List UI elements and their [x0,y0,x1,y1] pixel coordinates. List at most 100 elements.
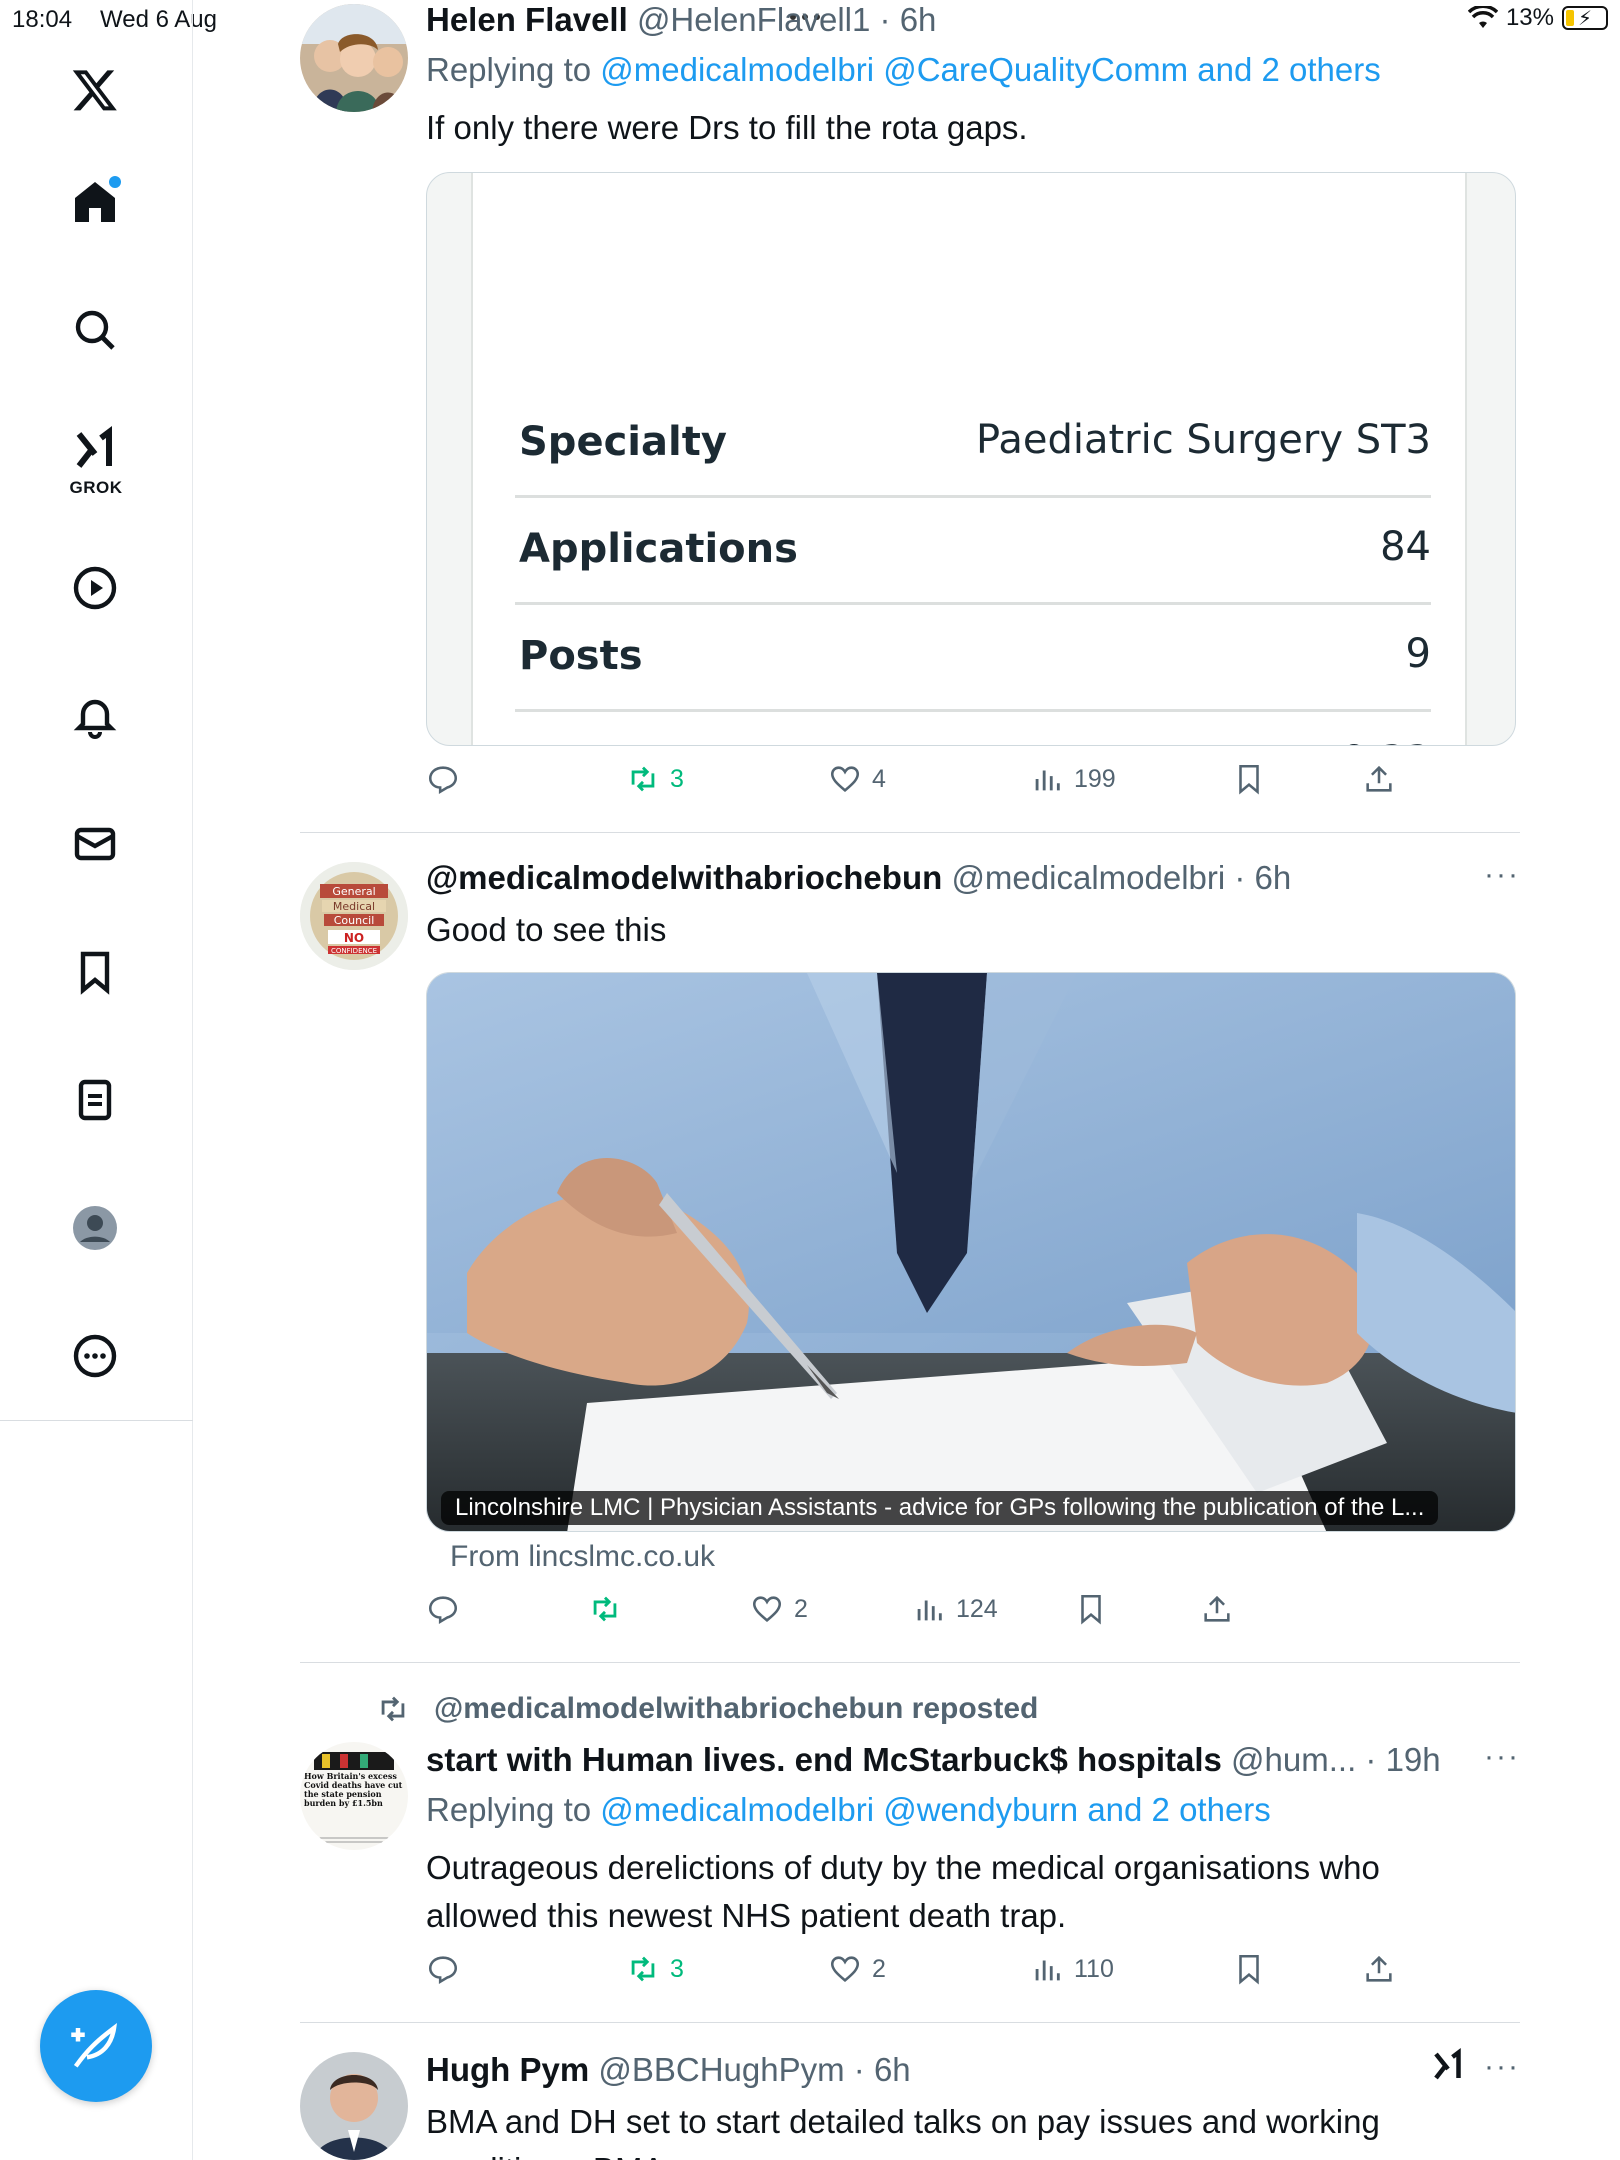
avatar[interactable] [300,4,408,112]
table-image-inner: Specialty Paediatric Surgery ST3 Applica… [471,173,1467,745]
search-icon[interactable] [65,300,125,360]
compose-post-button[interactable] [40,1990,152,2102]
tweet-actions: 3 4 199 [426,762,1406,806]
link-card-image[interactable]: Lincolnshire LMC | Physician Assistants … [426,972,1516,1532]
avatar[interactable]: How Britain's excess Covid deaths have c… [300,1742,408,1850]
sidebar: GROK [0,0,193,2160]
repost-context[interactable]: @medicalmodelwithabriochebun reposted [376,1692,1038,1726]
tweet-text: Good to see this [426,911,667,948]
table-value: Paediatric Surgery ST3 [976,417,1431,463]
repost-button[interactable] [588,1592,622,1626]
lists-icon[interactable] [65,1070,125,1130]
avatar-text: CONFIDENCE [331,947,377,955]
like-button[interactable]: 4 [828,762,886,796]
like-button[interactable]: 2 [828,1952,886,1986]
share-button[interactable] [1362,1952,1396,1986]
battery-icon: ⚡ [1562,6,1608,30]
card-caption: Lincolnshire LMC | Physician Assistants … [441,1491,1439,1525]
repost-count: 3 [670,1954,684,1983]
more-options-icon[interactable]: ··· [1484,1740,1520,1774]
avatar-text: NO [344,931,364,945]
table-row: Posts 9 [515,605,1431,712]
views-icon [1035,1960,1060,1981]
reply-button[interactable] [426,762,460,796]
tweet-actions: 3 2 110 [426,1952,1406,1996]
profile-avatar-icon[interactable] [65,1198,125,1258]
bookmark-button[interactable] [1232,762,1266,796]
table-key: Competition ratio [519,740,916,745]
like-count: 4 [872,764,886,793]
author-name[interactable]: start with Human lives. end McStarbuck$ … [426,1741,1222,1778]
avatar-headline: How Britain's excess Covid deaths have c… [304,1772,403,1808]
notification-dot [109,176,121,188]
author-handle[interactable]: @hum... [1231,1741,1356,1778]
repost-icon [593,1596,617,1622]
table-key: Posts [519,633,643,679]
replying-to-links[interactable]: @medicalmodelbri @CareQualityComm and 2 … [600,51,1380,88]
avatar[interactable]: General Medical Council NO CONFIDENCE [300,862,408,970]
more-options-icon[interactable]: ··· [1484,858,1520,892]
messages-envelope-icon[interactable] [65,814,125,874]
repost-icon [631,1956,655,1982]
repost-button[interactable]: 3 [626,762,684,796]
video-icon[interactable] [65,558,125,618]
replying-to-links[interactable]: @medicalmodelbri @wendyburn and 2 others [600,1791,1271,1828]
tweet-text: BMA and DH set to start detailed talks o… [426,2103,1380,2160]
repost-button[interactable]: 3 [626,1952,684,1986]
x-logo-icon[interactable] [65,60,125,120]
author-name[interactable]: Hugh Pym [426,2051,589,2088]
tweet-text: Outrageous derelictions of duty by the m… [426,1849,1380,1934]
views-count: 124 [956,1594,998,1623]
author-name[interactable]: Helen Flavell [426,1,628,38]
reply-button[interactable] [426,1592,460,1626]
author-name[interactable]: @medicalmodelwithabriochebun [426,859,942,896]
views-count: 199 [1074,764,1116,793]
table-value: 9 [1405,631,1431,677]
share-icon [1204,1595,1230,1622]
more-options-icon[interactable]: ··· [1484,2050,1520,2084]
reply-icon [428,1596,458,1625]
tweet-divider [300,2022,1520,2023]
heart-icon [830,766,860,792]
card-source[interactable]: From lincslmc.co.uk [450,1540,715,1574]
reposted-by: @medicalmodelwithabriochebun reposted [434,1692,1039,1725]
reply-icon [428,766,458,795]
grok-label: GROK [69,478,123,497]
bookmark-button[interactable] [1074,1592,1108,1626]
bookmarks-icon[interactable] [65,942,125,1002]
like-button[interactable]: 2 [750,1592,808,1626]
reply-button[interactable] [426,1952,460,1986]
bookmark-icon [1239,764,1259,795]
tweet-image-table[interactable]: Specialty Paediatric Surgery ST3 Applica… [426,172,1516,746]
heart-icon [752,1596,782,1622]
views-button[interactable]: 124 [912,1592,998,1626]
share-icon [1366,765,1392,792]
notifications-bell-icon[interactable] [65,686,125,746]
share-button[interactable] [1362,762,1396,796]
repost-icon [631,766,655,792]
grok-icon[interactable] [65,420,125,480]
author-handle[interactable]: @HelenFlavell1 [637,1,870,38]
author-handle[interactable]: @medicalmodelbri [951,859,1225,896]
tweet-time[interactable]: 19h [1386,1741,1441,1778]
views-count: 110 [1074,1954,1114,1983]
tweet-time[interactable]: 6h [874,2051,911,2088]
tweet-divider [300,832,1520,833]
views-button[interactable]: 110 [1030,1952,1114,1986]
table-row: Specialty Paediatric Surgery ST3 [515,391,1431,498]
more-options-icon[interactable] [65,1326,125,1386]
views-button[interactable]: 199 [1030,762,1116,796]
bookmark-icon [1239,1954,1259,1985]
bookmark-button[interactable] [1232,1952,1266,1986]
tweet-time[interactable]: 6h [1255,859,1292,896]
author-handle[interactable]: @BBCHughPym [598,2051,844,2088]
share-button[interactable] [1200,1592,1234,1626]
like-count: 2 [872,1954,886,1983]
home-icon[interactable] [65,172,125,232]
tweet-time[interactable]: 6h [900,1,937,38]
like-count: 2 [794,1594,808,1623]
share-icon [1366,1955,1392,1982]
avatar[interactable] [300,2052,408,2160]
grok-explain-icon[interactable] [1430,2048,1466,2093]
bookmark-icon [1081,1594,1101,1625]
